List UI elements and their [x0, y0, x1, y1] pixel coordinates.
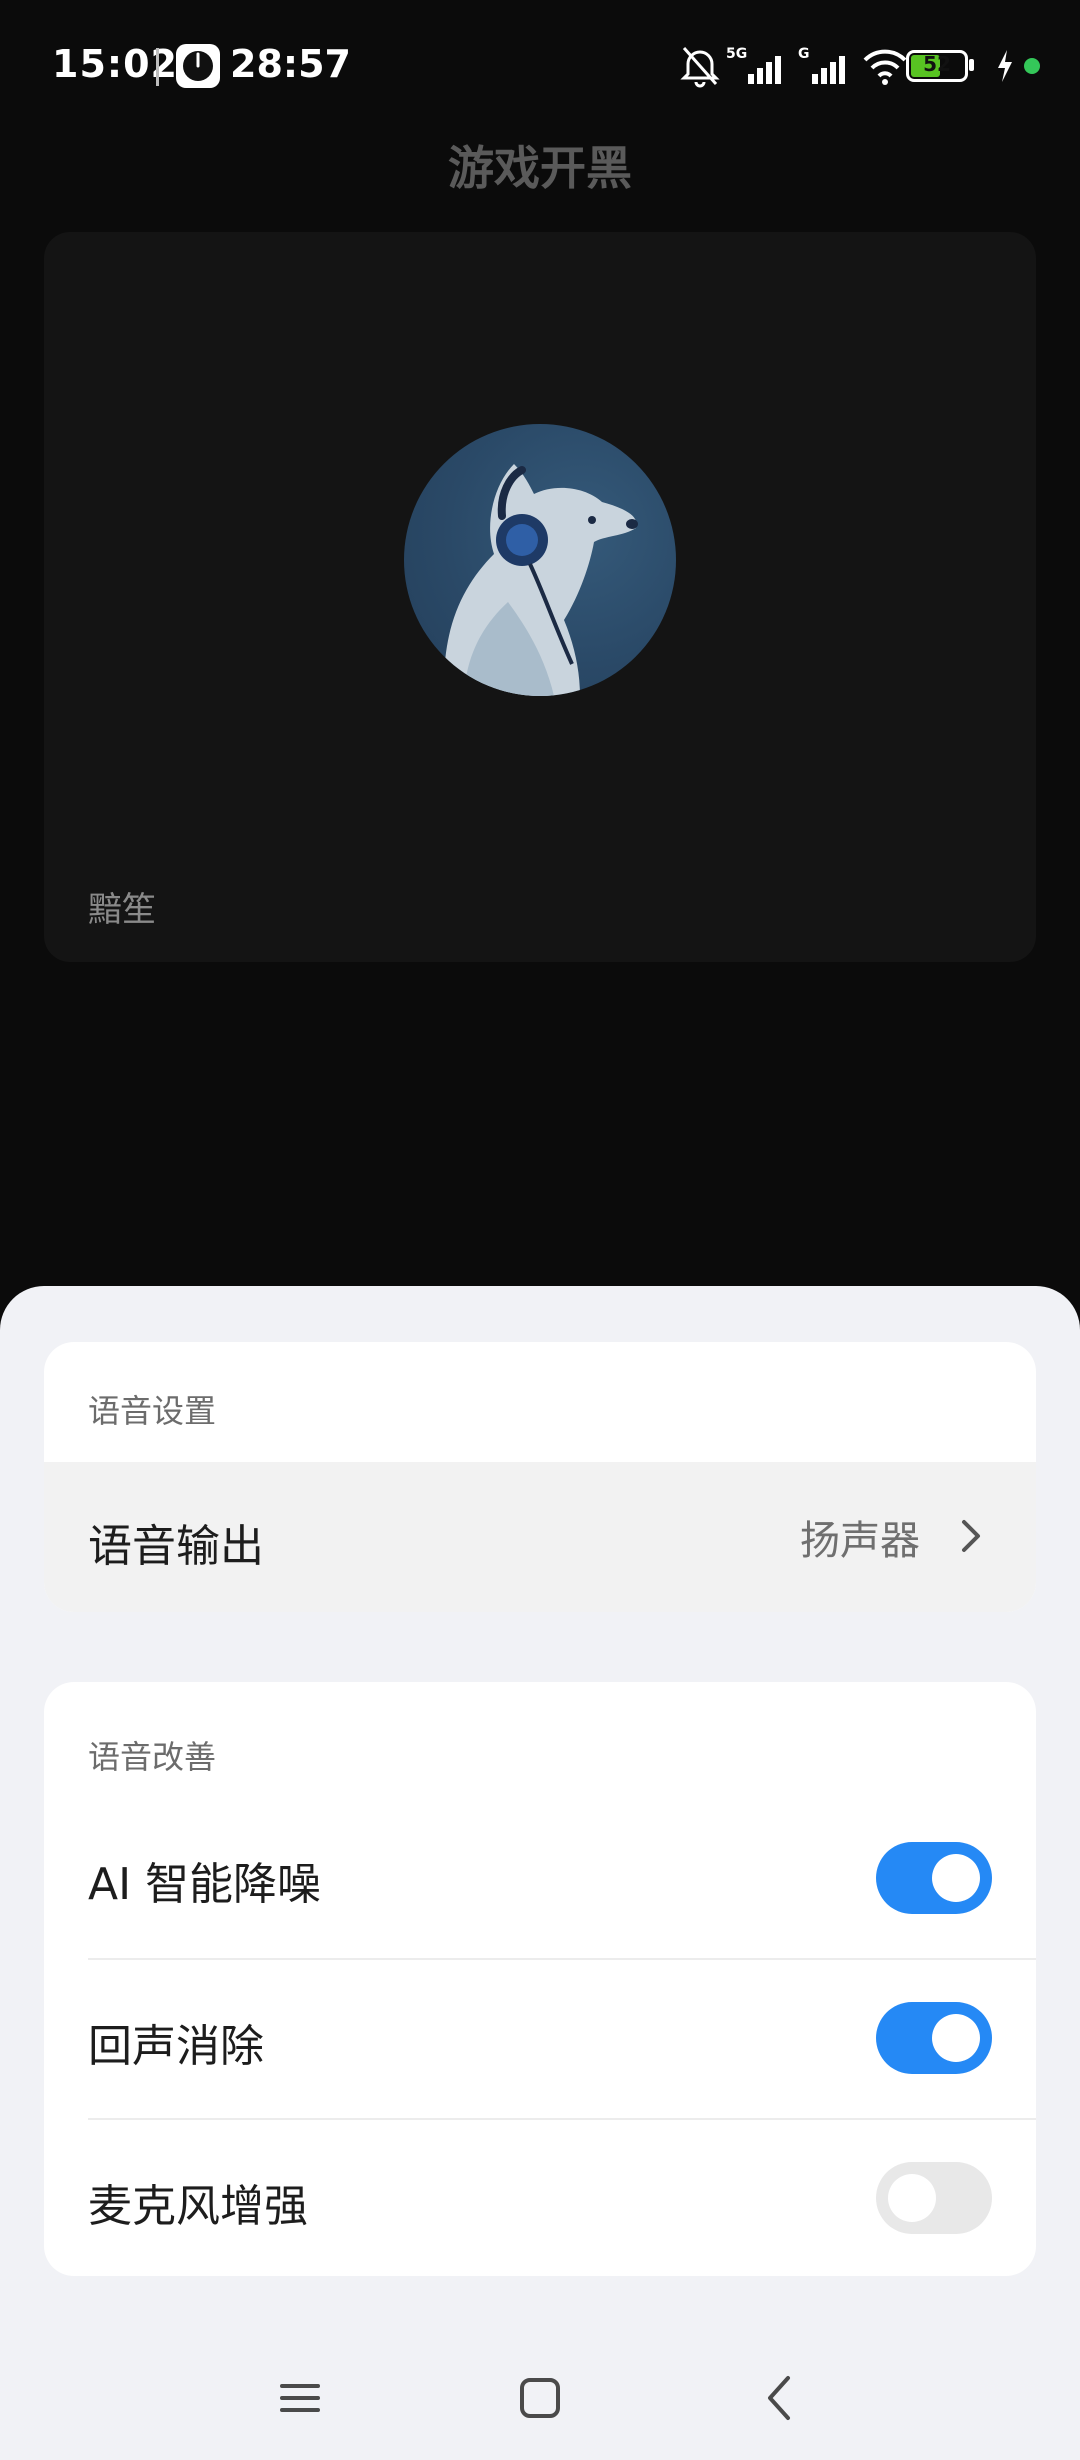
- ai-noise-reduction-label: AI 智能降噪: [88, 1859, 322, 1910]
- chevron-right-icon: [962, 1520, 980, 1552]
- echo-cancellation-row[interactable]: 回声消除: [44, 1958, 1036, 2118]
- screen: 15:02 28:57 5G G 52 游戏开黑 黯笙 语音设置 语音输出 扬声…: [0, 0, 1080, 2460]
- mic-enhance-toggle[interactable]: [876, 2162, 992, 2234]
- voice-settings-header: 语音设置: [88, 1392, 217, 1430]
- wifi-icon: [863, 49, 907, 85]
- privacy-indicator-dot: [1024, 58, 1040, 74]
- system-nav-bar: [0, 2340, 1080, 2460]
- user-name: 黯笙: [88, 890, 156, 930]
- echo-cancellation-toggle[interactable]: [876, 2002, 992, 2074]
- voice-improve-header: 语音改善: [88, 1738, 217, 1776]
- back-icon[interactable]: [750, 2368, 810, 2428]
- page-title: 游戏开黑: [448, 141, 632, 195]
- status-time: 15:02: [52, 42, 178, 86]
- mic-enhance-label: 麦克风增强: [88, 2181, 308, 2232]
- status-separator: [156, 48, 159, 86]
- toggle-knob: [932, 2014, 980, 2062]
- status-bar: 15:02 28:57 5G G 52: [0, 0, 1080, 130]
- toggle-knob: [888, 2174, 936, 2222]
- menu-icon[interactable]: [270, 2368, 330, 2428]
- charging-icon: [998, 50, 1012, 82]
- avatar: [404, 424, 676, 696]
- echo-cancellation-label: 回声消除: [88, 2021, 264, 2072]
- timer-icon: [176, 44, 220, 88]
- mic-enhance-row[interactable]: 麦克风增强: [44, 2118, 1036, 2276]
- voice-settings-card: 语音设置 语音输出 扬声器: [44, 1342, 1036, 1612]
- network-5g-label: 5G: [726, 46, 747, 62]
- network-g-label: G: [798, 46, 810, 62]
- battery-tip: [969, 59, 974, 71]
- signal-5g-icon: 5G: [726, 46, 781, 84]
- voice-improve-card: 语音改善 AI 智能降噪 回声消除 麦克风增强: [44, 1682, 1036, 2276]
- mute-bell-icon: [680, 47, 720, 88]
- status-icons: 5G G 52: [680, 44, 1040, 88]
- voice-output-label: 语音输出: [88, 1521, 264, 1572]
- timer-text: 28:57: [230, 42, 351, 86]
- battery-icon: 52: [906, 50, 968, 82]
- ai-noise-reduction-toggle[interactable]: [876, 1842, 992, 1914]
- home-icon[interactable]: [510, 2368, 570, 2428]
- voice-output-row[interactable]: 语音输出 扬声器: [44, 1462, 1036, 1612]
- battery-level: 52: [923, 52, 951, 76]
- toggle-knob: [932, 1854, 980, 1902]
- voice-settings-sheet: 语音设置 语音输出 扬声器 语音改善 AI 智能降噪 回声消除 麦克风增强: [0, 1286, 1080, 2460]
- voice-output-value: 扬声器: [800, 1518, 920, 1564]
- ai-noise-reduction-row[interactable]: AI 智能降噪: [44, 1798, 1036, 1958]
- signal-g-icon: G: [798, 46, 845, 84]
